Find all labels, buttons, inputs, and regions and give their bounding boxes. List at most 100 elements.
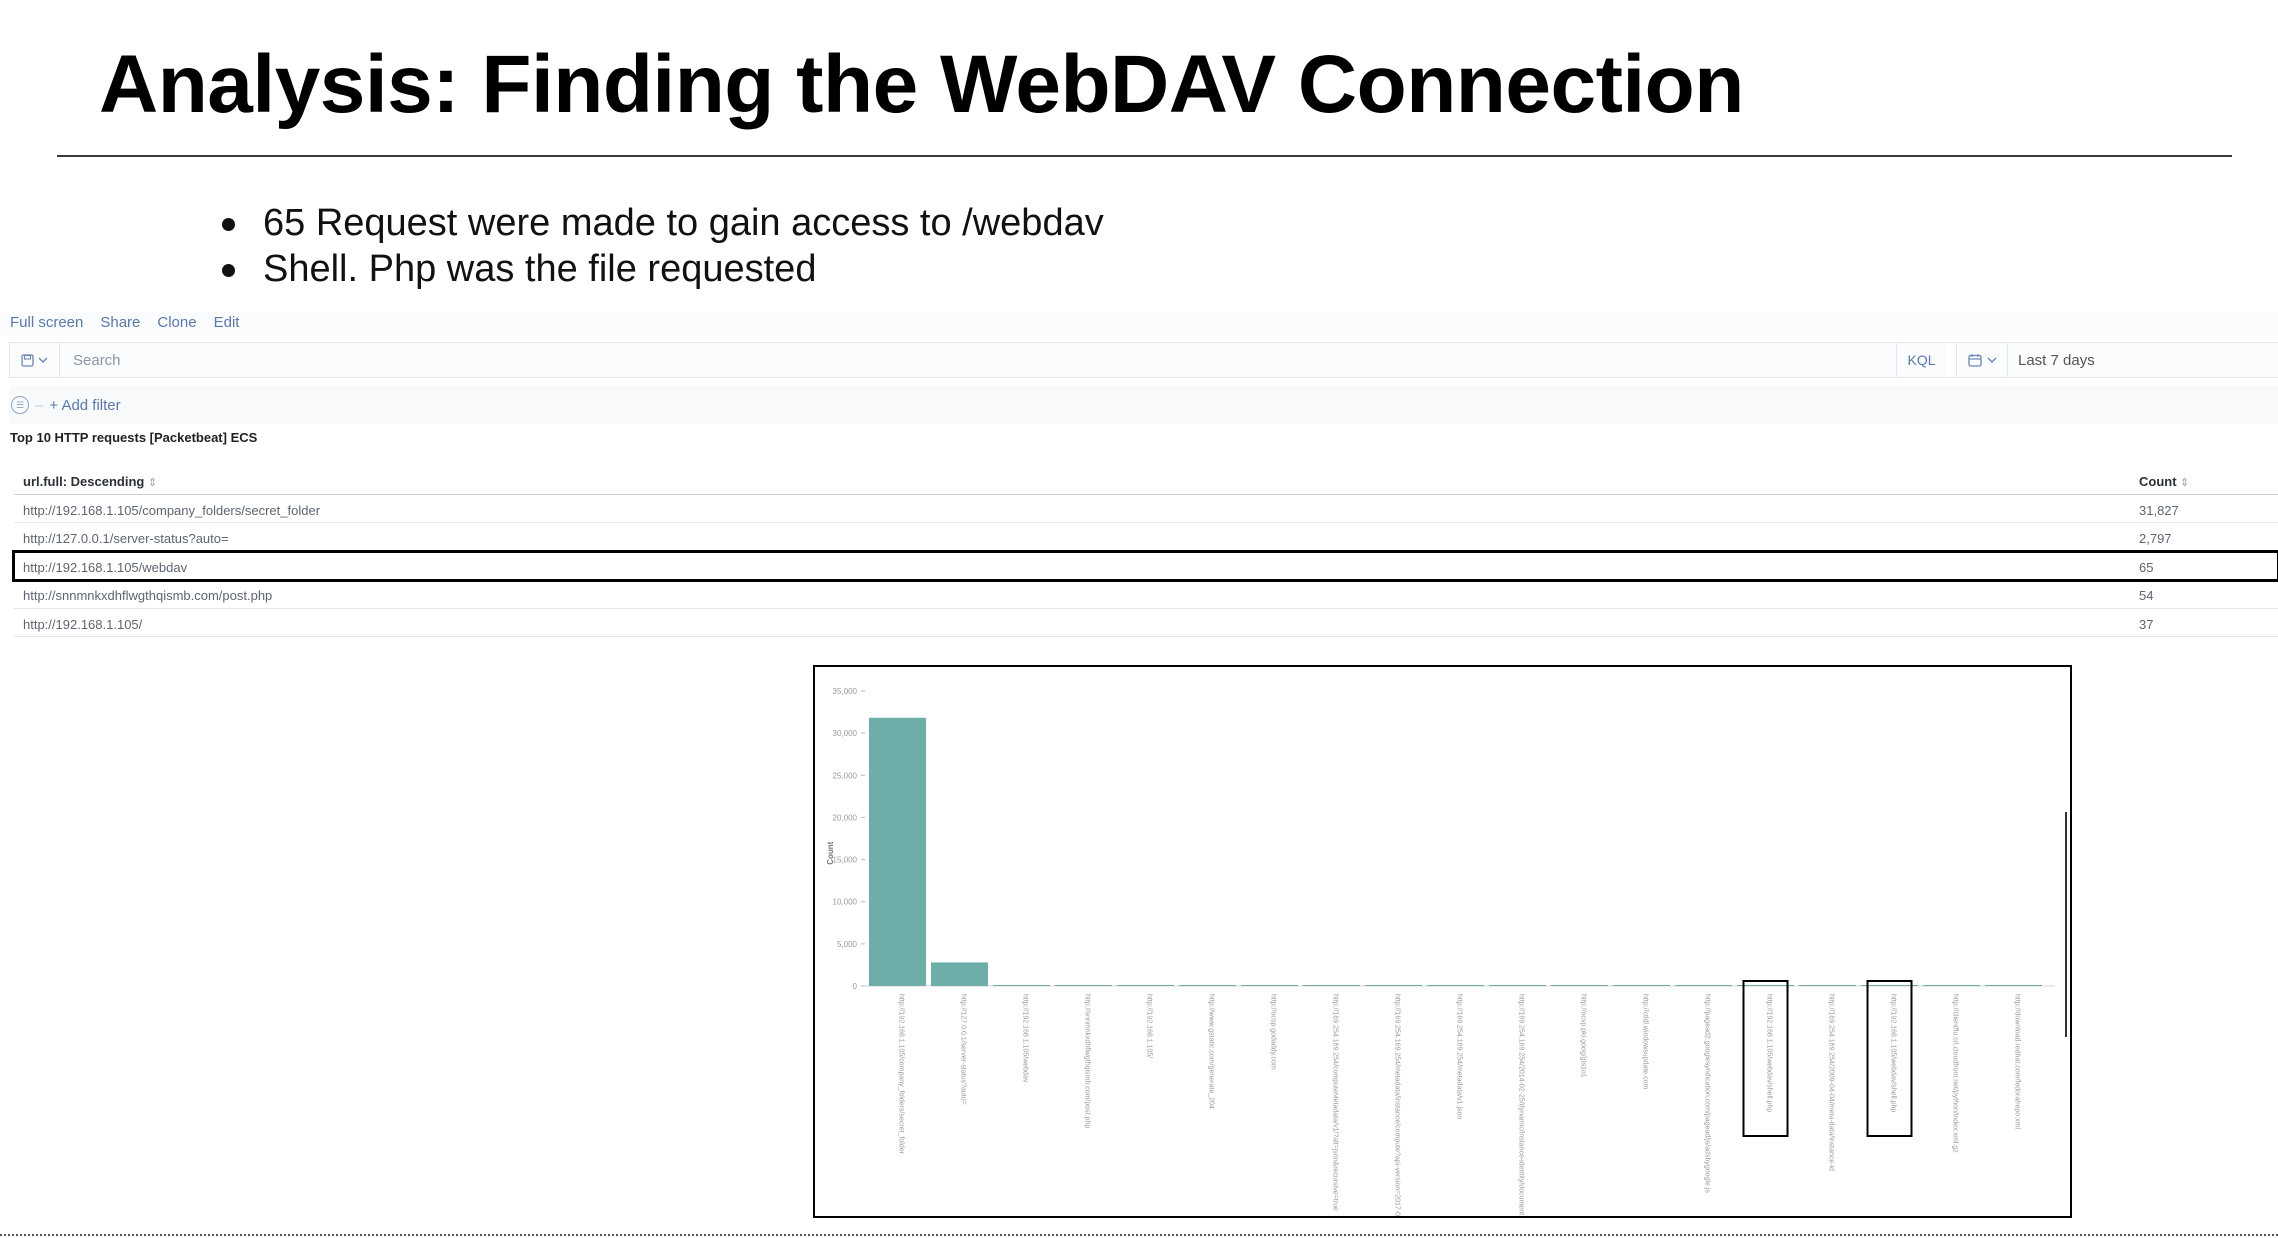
filter-icon[interactable]: ☰ — [11, 396, 29, 414]
x-tick-label: http://download.redhat.com/fedora/repo.x… — [2014, 994, 2021, 1129]
url-cell[interactable]: http://127.0.0.1/server-status?auto= — [23, 531, 229, 546]
count-cell: 54 — [2139, 588, 2154, 603]
filter-separator: – — [35, 396, 44, 414]
chart-bar — [1923, 985, 1980, 986]
bullet-list: 65 Request were made to gain access to /… — [222, 200, 1104, 292]
chart-bar — [869, 717, 926, 986]
sort-icon: ⇕ — [2180, 477, 2190, 489]
count-cell: 31,827 — [2139, 502, 2179, 518]
bar-chart: 0 5,000 10,000 15,000 20,000 25,000 30,000 35,0… — [826, 687, 2067, 1216]
chart-bar — [1303, 985, 1360, 986]
table-row: http://192.168.1.105/ 37 — [14, 609, 2278, 637]
column-header-count[interactable]: Count ⇕ — [2139, 474, 2189, 489]
chart-bar — [1427, 985, 1484, 986]
x-tick-label: http://169.254.169.254/2009-04-04/meta-d… — [1828, 994, 1835, 1171]
x-tick-label: http://192.168.1.105/webdav/shell.php — [1766, 994, 1773, 1112]
y-tick-label: 10,000 — [833, 898, 858, 907]
saved-query-button[interactable] — [10, 343, 60, 377]
url-cell[interactable]: http://192.168.1.105/webdav — [23, 560, 187, 575]
chart-bar — [1489, 985, 1546, 986]
x-tick-label: http://192.168.1.105/webdav — [1022, 994, 1029, 1083]
x-tick-label: http://www.gstatic.com/generate_204 — [1208, 994, 1215, 1109]
chart-bar — [931, 962, 988, 986]
footer-divider — [0, 1234, 2278, 1236]
y-tick-label: 30,000 — [833, 729, 858, 738]
chart-bar — [1179, 985, 1236, 986]
clone-link[interactable]: Clone — [157, 314, 196, 331]
url-cell[interactable]: http://192.168.1.105/ — [23, 617, 142, 632]
sort-icon: ⇕ — [147, 477, 158, 489]
chevron-down-icon — [1987, 357, 1996, 363]
table-row: http://snnmnkxdhflwgthqismb.com/post.php… — [14, 580, 2278, 609]
chart-bar — [1861, 985, 1918, 986]
edit-link[interactable]: Edit — [214, 314, 240, 331]
filter-row: ☰ – + Add filter — [9, 386, 2278, 424]
table-row: http://192.168.1.105/company_folders/sec… — [14, 495, 2278, 523]
x-tick-label: http://pagead2.googlesyndication.com/pag… — [1704, 994, 1711, 1193]
date-range[interactable]: Last 7 days — [2008, 343, 2278, 377]
highlighted-table-row: http://192.168.1.105/webdav 65 — [12, 549, 2278, 582]
column-header-url[interactable]: url.full: Descending ⇕ — [23, 474, 157, 489]
kql-toggle[interactable]: KQL — [1896, 343, 1946, 377]
bullet-text: Shell. Php was the file requested — [263, 248, 817, 290]
highlight-box — [1742, 980, 1789, 1137]
count-cell: 65 — [2139, 559, 2154, 575]
chart-bar — [1799, 985, 1856, 986]
x-tick-label: http://192.168.1.105/company_folders/sec… — [898, 994, 905, 1155]
x-tick-label: http://192.168.1.105/webdav/shell.php — [1890, 994, 1897, 1112]
requests-table: url.full: Descending ⇕ Count ⇕ http://19… — [12, 466, 2278, 637]
x-tick-label: http://ocsp.godaddy.com — [1270, 994, 1277, 1070]
chart-bar — [1613, 985, 1670, 986]
y-tick-label: 35,000 — [833, 687, 858, 696]
table-header: url.full: Descending ⇕ Count ⇕ — [14, 466, 2278, 495]
calendar-icon — [1967, 354, 1982, 367]
save-icon — [21, 353, 34, 367]
search-input[interactable] — [60, 343, 1896, 377]
chart-bar — [993, 985, 1050, 986]
add-filter-link[interactable]: + Add filter — [49, 397, 120, 414]
bullet-text: 65 Request were made to gain access to /… — [263, 202, 1104, 244]
date-picker-button[interactable] — [1956, 343, 2008, 377]
panel-title: Top 10 HTTP requests [Packetbeat] ECS — [10, 430, 258, 445]
share-link[interactable]: Share — [100, 314, 140, 331]
x-tick-label: http://ctldl.windowsupdate.com — [1642, 994, 1649, 1089]
x-tick-label: http://169.254.169.254/metadata/instance… — [1394, 994, 1401, 1216]
chart-bar — [1985, 985, 2042, 986]
table-row: http://127.0.0.1/server-status?auto= 2,7… — [14, 523, 2278, 552]
bullet-dot — [222, 264, 235, 277]
title-divider — [57, 155, 2232, 157]
y-tick-label: 5,000 — [837, 940, 858, 949]
bullet-dot — [222, 218, 235, 231]
x-tick-label: http://169.254.169.254/metadata/v1.json — [1456, 994, 1463, 1119]
chart-bar — [1241, 985, 1298, 986]
y-tick-label: 20,000 — [833, 813, 858, 822]
query-bar: KQL Last 7 days — [9, 342, 2278, 378]
count-cell: 2,797 — [2139, 531, 2172, 546]
bullet-item: Shell. Php was the file requested — [222, 246, 1104, 292]
y-tick-label: 0 — [853, 982, 858, 991]
highlight-box — [1866, 980, 1913, 1137]
url-cell[interactable]: http://192.168.1.105/company_folders/sec… — [23, 503, 320, 518]
chevron-down-icon — [38, 357, 48, 363]
chart-bar — [1117, 985, 1174, 986]
bullet-item: 65 Request were made to gain access to /… — [222, 200, 1104, 246]
url-cell[interactable]: http://snnmnkxdhflwgthqismb.com/post.php — [23, 588, 272, 603]
chart-bar — [1551, 985, 1608, 986]
dashboard-menu: Full screen Share Clone Edit — [10, 314, 239, 331]
chart-bar — [1737, 985, 1794, 986]
chart-bar — [1055, 985, 1112, 986]
x-tick-label: http://192.168.1.105/ — [1146, 994, 1153, 1058]
query-bar-gap — [1946, 343, 1956, 377]
y-tick-label: 15,000 — [833, 856, 858, 865]
y-tick-label: 25,000 — [833, 771, 858, 780]
dashboard-top-bar — [0, 312, 2278, 336]
count-cell: 37 — [2139, 616, 2154, 632]
full-screen-link[interactable]: Full screen — [10, 314, 83, 331]
x-tick-label: http://ocsp.pki.goog/gts1o1 — [1580, 994, 1587, 1078]
x-tick-label: http://169.254.169.254/computeMetadata/v… — [1332, 994, 1339, 1211]
slide-title: Analysis: Finding the WebDAV Connection — [99, 39, 1744, 130]
bar-chart-frame: 0 5,000 10,000 15,000 20,000 25,000 30,000 35,0… — [813, 665, 2072, 1218]
chart-bar — [1675, 985, 1732, 986]
x-tick-label: http://clientflu.crl.cloudfront.net/pyth… — [1952, 994, 1959, 1153]
chart-bar — [1365, 985, 1422, 986]
